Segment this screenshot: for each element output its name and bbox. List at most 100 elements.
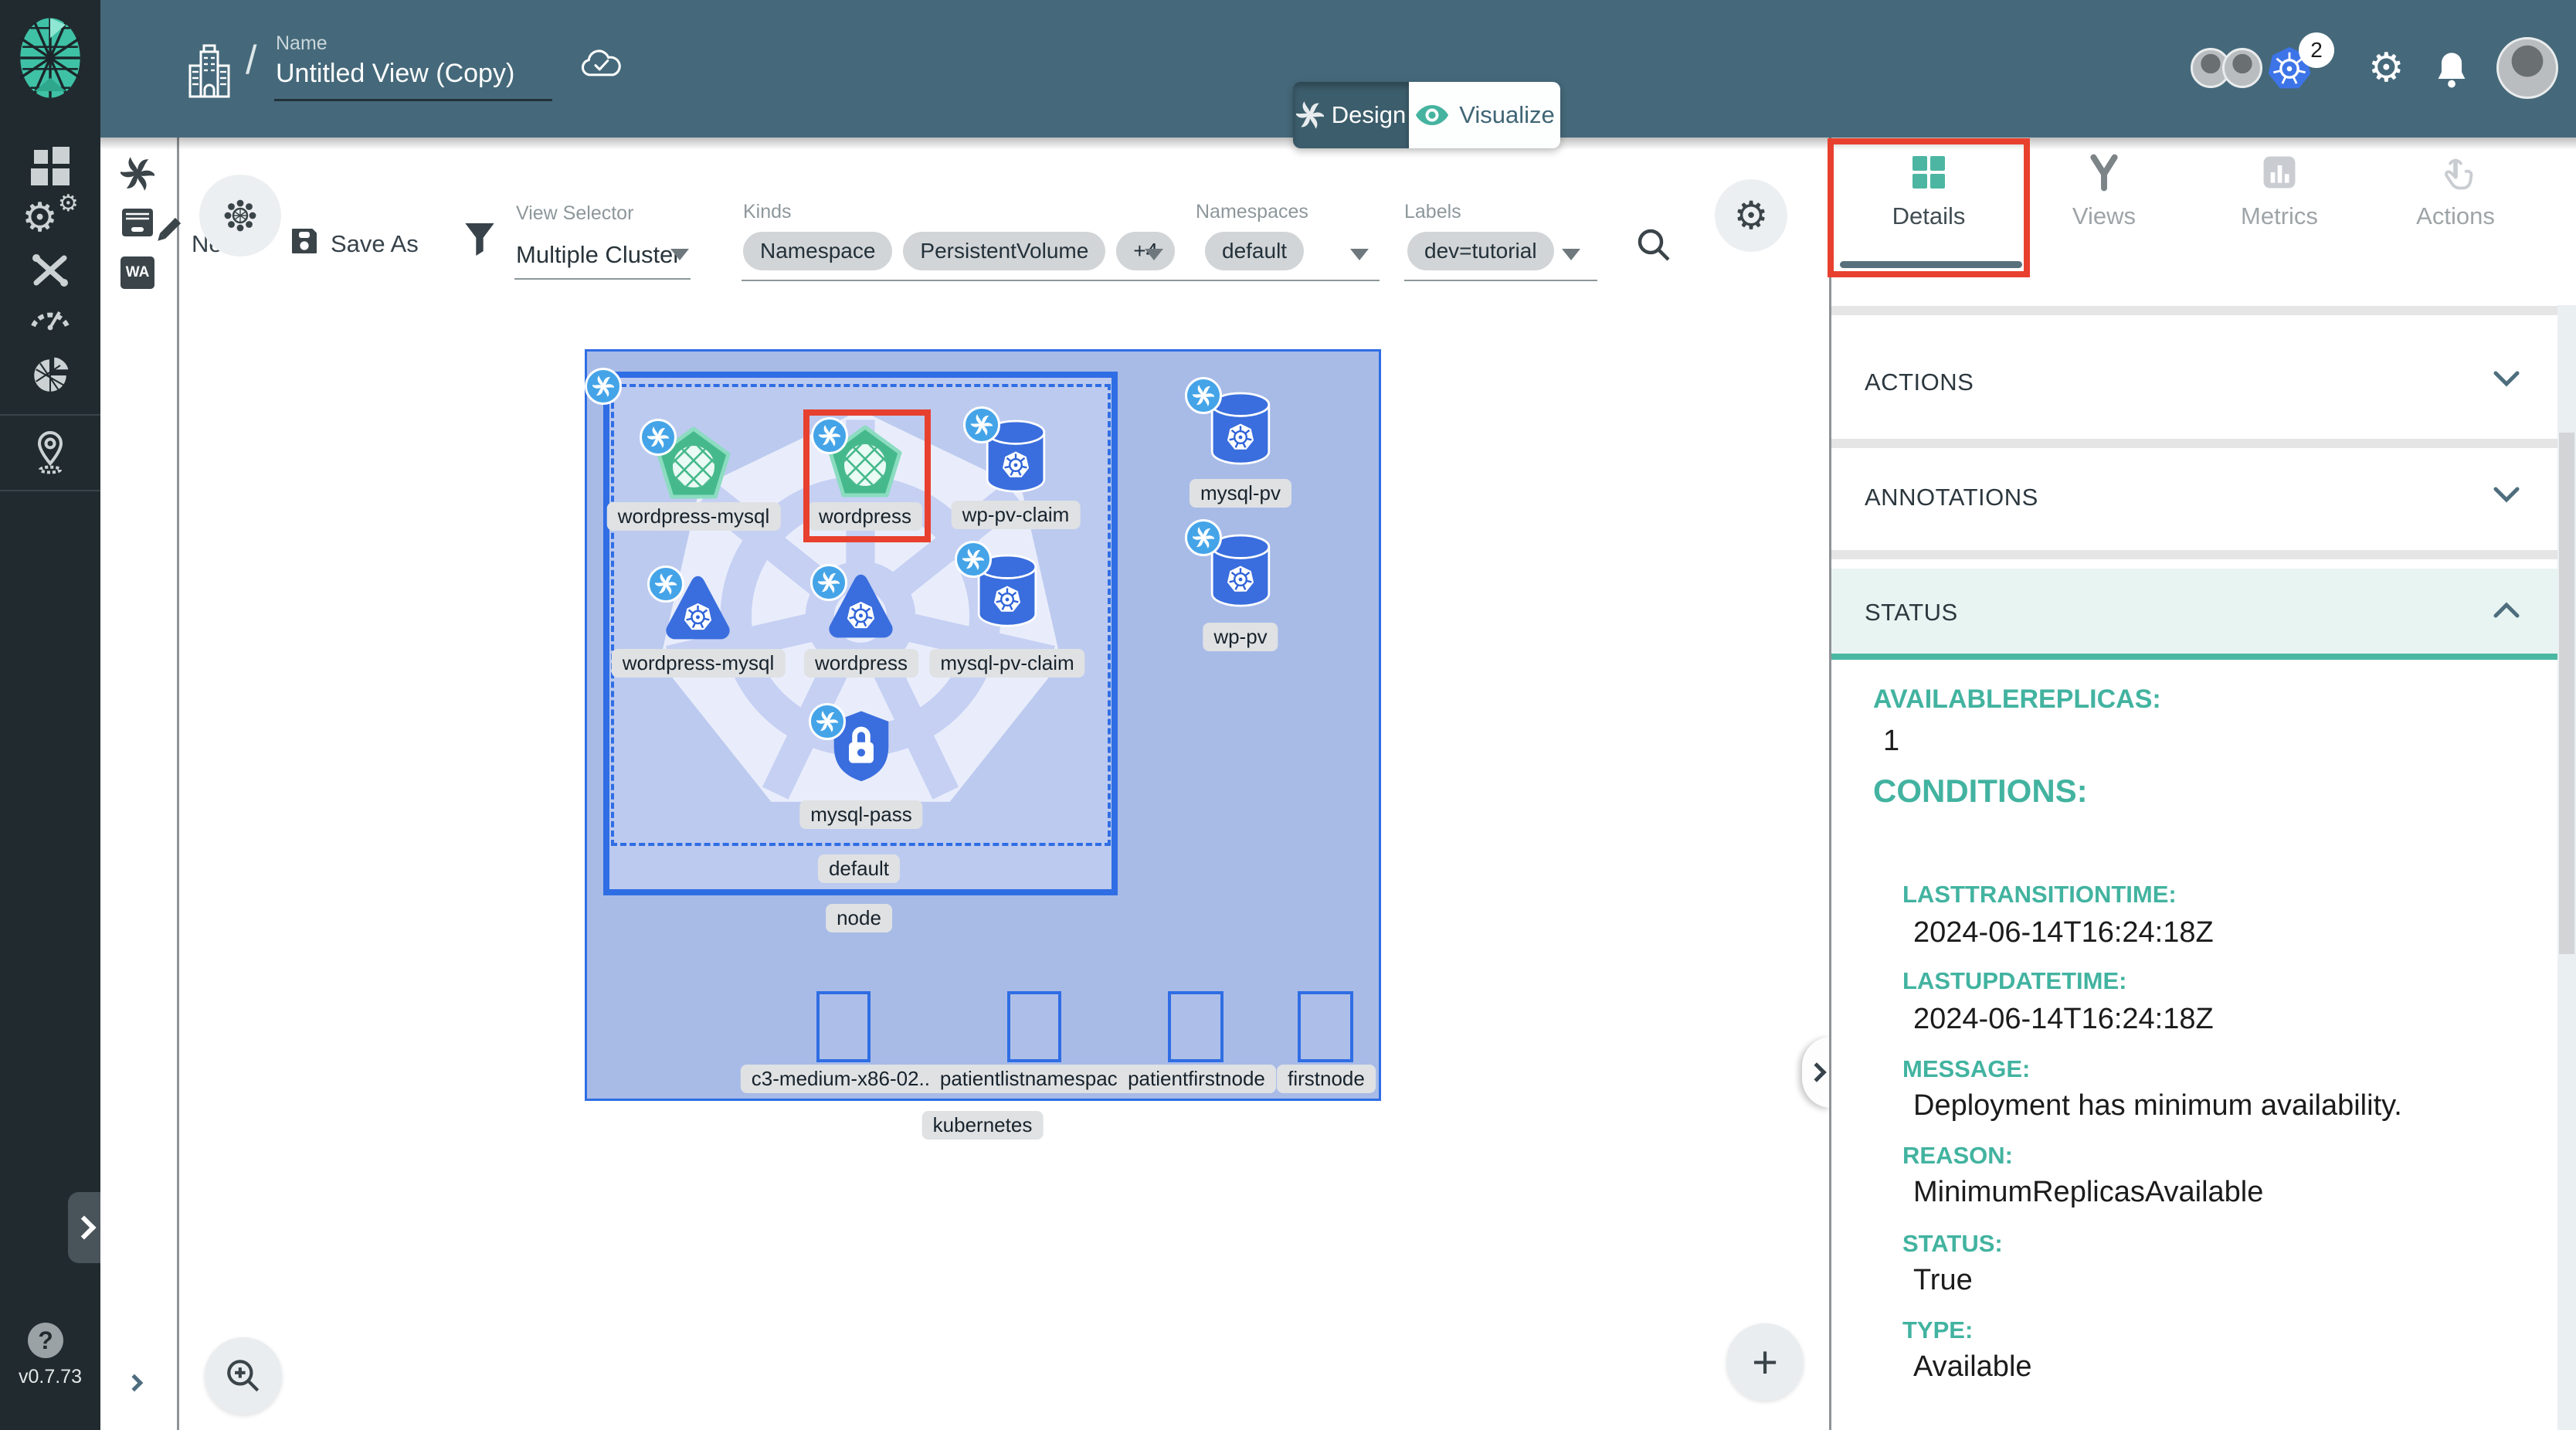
kinds-underline (742, 280, 1200, 281)
help-button[interactable]: ? (28, 1323, 63, 1358)
kind-chip[interactable]: PersistentVolume (903, 232, 1105, 270)
sidebar-item-lifecycle[interactable]: ⚙⚙ (0, 195, 100, 241)
pod-wordpress-icon[interactable] (824, 570, 898, 644)
node-label[interactable]: patientlistnamespace (929, 1065, 1139, 1093)
status-value-lastupdatetime: 2024-06-14T16:24:18Z (1913, 1003, 2214, 1036)
node-label[interactable]: node (826, 904, 892, 932)
tab-design[interactable]: Design (1293, 82, 1409, 148)
view-selector-caret-icon[interactable] (670, 249, 689, 260)
tab-design-label: Design (1332, 101, 1407, 129)
sidebar-item-dashboard[interactable] (0, 147, 100, 185)
section-divider (1831, 439, 2557, 448)
canvas-left-divider (177, 138, 179, 1430)
expand-bottom-chevron-icon[interactable] (128, 1377, 141, 1389)
breadcrumb-separator: / (246, 37, 256, 83)
accordion-annotations[interactable]: ANNOTATIONS (1865, 484, 2038, 511)
organization-icon[interactable] (188, 42, 231, 100)
status-key-reason: REASON: (1902, 1142, 2013, 1170)
pod-wordpress-mysql-icon[interactable] (661, 572, 735, 645)
labels-label: Labels (1404, 201, 1461, 223)
labels-underline (1404, 280, 1597, 281)
section-divider (1831, 306, 2557, 315)
node-label[interactable]: firstnode (1277, 1065, 1376, 1093)
node-label[interactable]: patientfirstnode (1117, 1065, 1276, 1093)
label-chip[interactable]: dev=tutorial (1407, 232, 1554, 270)
context-count-badge: 2 (2299, 32, 2334, 68)
zoom-in-button[interactable] (205, 1337, 282, 1415)
node-patientfirstnode-icon[interactable] (1168, 991, 1224, 1062)
save-as-button[interactable]: Save As (331, 230, 419, 258)
secret-mysql-pass-icon[interactable] (829, 708, 894, 783)
sidebar-item-get-started[interactable] (0, 430, 100, 474)
namespace-chip[interactable]: default (1205, 232, 1304, 270)
status-value-message: Deployment has minimum availability. (1913, 1089, 2402, 1123)
panel-collapse-tab[interactable] (1802, 1037, 1831, 1108)
dock-flower-button[interactable] (199, 175, 281, 256)
pv-label[interactable]: mysql-pv (1190, 479, 1291, 508)
namespace-label[interactable]: default (818, 854, 900, 883)
tab-views[interactable]: Views (2023, 153, 2185, 230)
node-label[interactable]: c3-medium-x86-02... (741, 1065, 946, 1093)
view-name-input[interactable]: Untitled View (Copy) (276, 59, 514, 89)
chevron-right-icon (1807, 1062, 1826, 1082)
pod-label[interactable]: wordpress-mysql (612, 649, 786, 678)
kind-chip[interactable]: Namespace (743, 232, 892, 270)
canvas-settings-gear-button[interactable]: ⚙ (1715, 179, 1787, 252)
sidebar-expand-handle[interactable] (68, 1192, 100, 1263)
node-patientlistnamespace-icon[interactable] (1007, 991, 1061, 1062)
tab-visualize[interactable]: Visualize (1409, 82, 1560, 148)
namespaces-caret-icon[interactable] (1350, 249, 1369, 260)
designs-drawer-icon[interactable] (120, 207, 154, 238)
deployment-label[interactable]: wordpress-mysql (607, 502, 781, 531)
meshery-swirl-tool-icon[interactable] (120, 157, 154, 191)
pvc-wp-pv-claim-icon[interactable] (980, 416, 1051, 498)
tab-metrics[interactable]: Metrics (2198, 153, 2360, 230)
labels-caret-icon[interactable] (1562, 249, 1580, 260)
section-divider (1831, 550, 2557, 559)
chevron-down-icon[interactable] (2493, 371, 2520, 388)
kinds-label: Kinds (743, 201, 792, 223)
node-c3-icon[interactable] (816, 991, 871, 1062)
search-icon[interactable] (1634, 226, 1673, 264)
view-name-label: Name (276, 32, 328, 55)
cluster-label[interactable]: kubernetes (922, 1111, 1044, 1140)
pv-label[interactable]: wp-pv (1203, 623, 1278, 651)
notifications-bell-icon[interactable] (2435, 49, 2469, 88)
tab-actions[interactable]: Actions (2374, 153, 2537, 230)
status-key-type: TYPE: (1902, 1316, 1973, 1344)
settings-gear-icon[interactable]: ⚙ (2368, 45, 2405, 91)
sidebar-item-extensions[interactable] (0, 355, 100, 396)
status-value-type: Available (1913, 1350, 2032, 1384)
pvc-label[interactable]: wp-pv-claim (952, 501, 1081, 529)
status-key-availablereplicas: AVAILABLEREPLICAS: (1873, 684, 2161, 715)
pvc-mysql-pv-claim-icon[interactable] (972, 550, 1043, 632)
sidebar-item-performance[interactable] (0, 303, 100, 331)
wasm-filter-icon[interactable]: WA (120, 256, 154, 289)
pvc-label[interactable]: mysql-pv-claim (929, 649, 1084, 678)
collaborator-avatar[interactable] (2222, 48, 2262, 88)
eye-icon (1414, 104, 1450, 127)
view-selector-underline (514, 278, 691, 280)
sidebar-item-configuration[interactable] (0, 252, 100, 289)
meshery-logo[interactable] (17, 15, 83, 100)
chevron-up-icon[interactable] (2493, 601, 2520, 618)
pod-label[interactable]: wordpress (804, 649, 918, 678)
user-avatar[interactable] (2496, 37, 2558, 99)
status-value-reason: MinimumReplicasAvailable (1913, 1176, 2263, 1209)
filter-funnel-icon[interactable] (463, 221, 496, 258)
node-firstnode-icon[interactable] (1298, 991, 1353, 1062)
chevron-down-icon[interactable] (2493, 487, 2520, 504)
kinds-caret-icon[interactable] (1145, 249, 1163, 260)
view-name-underline (274, 99, 552, 101)
secret-label[interactable]: mysql-pass (799, 800, 922, 829)
view-selector-value[interactable]: Multiple Cluster (516, 241, 681, 269)
deployment-wordpress-mysql-icon[interactable] (655, 426, 732, 504)
panel-scrollbar-thumb[interactable] (2559, 433, 2574, 954)
add-node-button[interactable]: + (1726, 1323, 1804, 1401)
pv-mysql-pv-icon[interactable] (1205, 388, 1276, 470)
views-y-icon (2023, 153, 2185, 192)
accordion-actions[interactable]: ACTIONS (1865, 369, 1974, 396)
edit-pencil-icon[interactable] (151, 215, 184, 247)
status-key-message: MESSAGE: (1902, 1055, 2030, 1083)
pv-wp-pv-icon[interactable] (1205, 530, 1276, 612)
